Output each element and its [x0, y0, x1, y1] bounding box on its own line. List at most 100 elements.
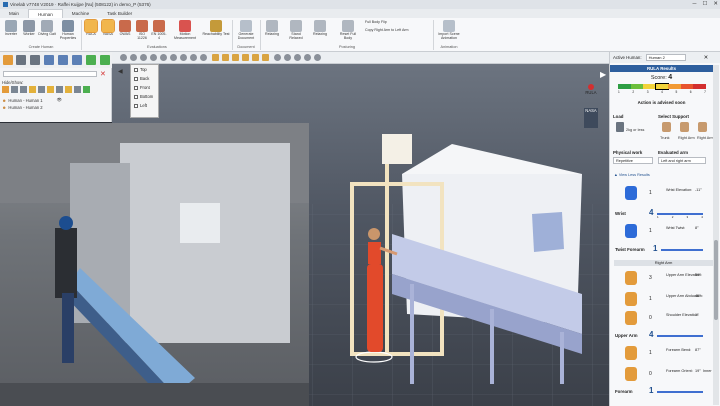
copy-right-arm-button[interactable]: Copy Right Arm to Left Arm [365, 28, 435, 33]
scrollbar-thumb[interactable] [714, 240, 718, 320]
generate-document-button[interactable]: Generate Document [234, 20, 258, 41]
reference-photo [0, 123, 309, 406]
view-icon[interactable] [170, 54, 177, 61]
visibility-eye-icon[interactable]: 👁 [57, 97, 62, 103]
arrow-left-icon[interactable]: ◀ [118, 68, 123, 75]
view-left[interactable]: Left [131, 101, 158, 110]
collapse-icon[interactable] [100, 55, 110, 65]
view-icon[interactable] [130, 54, 137, 61]
nasa-button[interactable]: NASA [100, 19, 116, 37]
relaxing-button-2[interactable]: Relaxing [310, 20, 330, 37]
physical-work-select[interactable]: Repetitive [613, 157, 653, 164]
filter-icon[interactable] [20, 86, 27, 93]
reset-full-body-button[interactable]: Reset Full Body [336, 20, 360, 41]
human-properties-button[interactable]: Human Properties [56, 20, 80, 41]
worker-button[interactable]: Worker [20, 20, 38, 37]
view-less-results-link[interactable]: ▲ View Less Results [614, 173, 650, 177]
folder-icon[interactable] [242, 54, 249, 61]
view-back[interactable]: Back [131, 74, 158, 83]
filter-icon[interactable] [74, 86, 81, 93]
view-icon[interactable] [140, 54, 147, 61]
wrist-twist-row: 1 Wrist Twist: 8° [613, 222, 713, 244]
rula-button[interactable]: RULA [83, 19, 99, 37]
results-scrollbar[interactable] [713, 65, 719, 405]
evaluated-arm-select[interactable]: Left and right arm [658, 157, 706, 164]
tab-main[interactable]: Main [0, 9, 28, 18]
view-icon[interactable] [160, 54, 167, 61]
camera-icon[interactable] [294, 54, 301, 61]
filter-icon[interactable] [11, 86, 18, 93]
wrist-elevation-row: 1 Wrist Elevation: -11° [613, 184, 713, 206]
view-icon[interactable] [190, 54, 197, 61]
owas-button[interactable]: OWAS [117, 20, 133, 37]
folder-icon[interactable] [262, 54, 269, 61]
rula-badge[interactable]: RULA [584, 84, 598, 104]
minimize-icon[interactable]: ─ [693, 1, 697, 7]
en-1005-4-button[interactable]: EN 1005-4 [151, 20, 167, 41]
iso-11226-button[interactable]: ISO 11226 [134, 20, 150, 41]
folder-icon[interactable] [222, 54, 229, 61]
arm-support-icon[interactable] [680, 122, 689, 132]
load-weight-icon[interactable] [616, 122, 624, 132]
folder-icon[interactable] [232, 54, 239, 61]
view-icon[interactable] [200, 54, 207, 61]
expand-icon[interactable] [86, 55, 96, 65]
reset-icon [342, 20, 354, 32]
sort-za-icon[interactable] [72, 55, 82, 65]
filter-icon[interactable] [65, 86, 72, 93]
folder-icon[interactable] [212, 54, 219, 61]
tab-task-builder[interactable]: Task Builder [98, 9, 141, 18]
group-posturing: Posturing [338, 45, 356, 49]
ribbon-tabs: Main Human Machine Task Builder [0, 9, 720, 18]
arrow-right-icon[interactable]: ▶ [600, 70, 606, 79]
filter-icon[interactable] [47, 86, 54, 93]
scene-toolbar [0, 52, 112, 68]
camera-icon[interactable] [274, 54, 281, 61]
list-icon[interactable] [16, 55, 26, 65]
camera-icon[interactable] [314, 54, 321, 61]
list-icon[interactable] [30, 55, 40, 65]
view-top[interactable]: Top [131, 65, 158, 74]
scene-search-input[interactable] [3, 71, 97, 77]
reachability-test-button[interactable]: Reachability Test [202, 20, 230, 37]
human-filter-icon[interactable] [2, 86, 9, 93]
trunk-support-icon[interactable] [662, 122, 671, 132]
camera-icon[interactable] [304, 54, 311, 61]
view-icon[interactable] [180, 54, 187, 61]
tree-item-human-1[interactable]: ☻ Human - Human 1 👁 [2, 97, 62, 103]
filter-icon[interactable] [29, 86, 36, 93]
filter-icon[interactable] [38, 86, 45, 93]
motion-measurement-button[interactable]: Motion Measurement [170, 20, 200, 41]
load-label: Load [613, 114, 624, 119]
view-bottom[interactable]: Bottom [131, 92, 158, 101]
nasa-badge[interactable]: NASA [584, 108, 598, 128]
sort-icon[interactable] [44, 55, 54, 65]
inverter-button[interactable]: Inverter [2, 20, 20, 37]
fixture [382, 134, 412, 164]
view-front[interactable]: Front [131, 83, 158, 92]
tree-item-human-2[interactable]: ☻ Human - Human 2 [2, 105, 43, 110]
folder-icon[interactable] [252, 54, 259, 61]
close-icon[interactable]: ✕ [713, 1, 718, 7]
filter-icon[interactable] [56, 86, 63, 93]
import-scene-animation-button[interactable]: Import Scene Animation [435, 20, 463, 41]
ribbon: Inverter Worker Diving Gait Human Proper… [0, 18, 720, 52]
full-body-flip-button[interactable]: Full Body Flip [365, 20, 425, 25]
maximize-icon[interactable]: ☐ [702, 1, 707, 7]
filter-icon[interactable] [83, 86, 90, 93]
tab-machine[interactable]: Machine [63, 9, 98, 18]
camera-icon[interactable] [284, 54, 291, 61]
arm-support-icon[interactable] [698, 122, 707, 132]
relaxing-button[interactable]: Relaxing [262, 20, 282, 37]
sort-az-icon[interactable] [58, 55, 68, 65]
human-icon [41, 20, 53, 32]
active-human-select[interactable]: Human 2 [645, 54, 686, 61]
tab-human[interactable]: Human [27, 9, 63, 18]
select-icon[interactable] [3, 55, 13, 65]
stand-relaxed-button[interactable]: Stand Relaxed [285, 20, 307, 41]
close-panel-icon[interactable]: ✕ [704, 55, 709, 61]
view-icon[interactable] [120, 54, 127, 61]
diving-gait-button[interactable]: Diving Gait [38, 20, 56, 37]
clear-filter-icon[interactable]: ✕ [100, 70, 106, 78]
view-icon[interactable] [150, 54, 157, 61]
